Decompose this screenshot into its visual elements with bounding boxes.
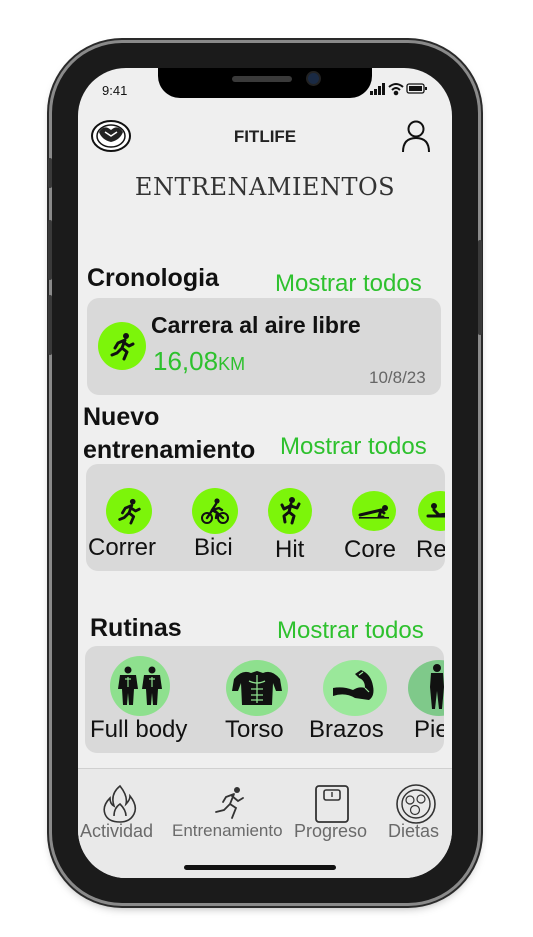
nav-label: Progreso (294, 821, 368, 841)
nav-item-dietas[interactable]: Dietas (386, 784, 452, 854)
routine-label[interactable]: Brazos (309, 716, 384, 744)
battery-icon (406, 83, 427, 94)
scale-icon (315, 785, 349, 823)
status-icons (370, 83, 427, 96)
routine-label[interactable]: Full body (90, 716, 187, 744)
home-indicator[interactable] (184, 865, 336, 870)
bike-icon[interactable] (192, 488, 238, 534)
mute-switch (48, 158, 52, 188)
plate-icon (396, 784, 436, 824)
nav-label: Dietas (388, 821, 440, 841)
new-workout-carousel[interactable]: Correr Bici Hit Core Re (86, 464, 445, 571)
distance-unit: KM (218, 354, 246, 374)
full-body-icon[interactable] (110, 656, 170, 716)
runner-icon[interactable] (106, 488, 152, 534)
hiit-icon[interactable] (268, 488, 312, 534)
history-card[interactable]: Carrera al aire libre 16,08KM 10/8/23 (87, 298, 441, 395)
page-title: ENTRENAMIENTOS (134, 173, 396, 201)
cronologia-title: Cronologia (87, 264, 219, 292)
power-button (478, 240, 482, 335)
rowing-icon[interactable] (418, 491, 445, 531)
app-name: FITLIFE (233, 127, 297, 146)
nav-item-progreso[interactable]: Progreso (292, 784, 378, 854)
rutinas-title: Rutinas (90, 614, 182, 642)
workout-type-label[interactable]: Bici (194, 534, 233, 562)
workout-type-label[interactable]: Re (416, 536, 445, 564)
routine-label[interactable]: Torso (225, 716, 284, 744)
nuevo-title-line2: entrenamiento (83, 436, 256, 464)
nav-label: Actividad (80, 821, 154, 841)
legs-icon[interactable] (408, 660, 444, 716)
workout-type-label[interactable]: Correr (88, 534, 156, 562)
signal-icon (370, 83, 385, 95)
nuevo-show-all-link[interactable]: Mostrar todos (280, 433, 427, 461)
workout-name: Carrera al aire libre (151, 312, 361, 338)
workout-date: 10/8/23 (369, 368, 426, 387)
workout-type-label[interactable]: Hit (275, 536, 304, 564)
arm-icon[interactable] (323, 660, 387, 716)
runner-icon (98, 322, 146, 370)
nav-item-entrenamiento[interactable]: Entrenamiento (172, 784, 292, 854)
rutinas-show-all-link[interactable]: Mostrar todos (277, 617, 424, 645)
volume-down-button (48, 295, 52, 355)
distance-value: 16,08 (153, 346, 219, 376)
runner-icon (215, 787, 244, 819)
nuevo-entrenamiento-title: Nuevo entrenamiento (83, 401, 255, 467)
routines-carousel[interactable]: Full body Torso Brazos Pie (85, 646, 444, 753)
screen: 9:41 FITLIFE ENTRENAMIENTOS Cronologia M… (78, 68, 452, 878)
flame-icon (103, 784, 137, 823)
nav-label: Entrenamiento (172, 821, 283, 840)
nuevo-title-line1: Nuevo (83, 403, 160, 431)
workout-type-label[interactable]: Core (344, 536, 396, 564)
volume-up-button (48, 220, 52, 280)
workout-distance: 16,08KM (153, 346, 245, 377)
cronologia-show-all-link[interactable]: Mostrar todos (275, 270, 422, 298)
user-profile-icon[interactable] (401, 119, 431, 153)
notch (158, 68, 372, 98)
nav-item-actividad[interactable]: Actividad (80, 784, 160, 854)
routine-label[interactable]: Pie (414, 716, 444, 744)
status-time: 9:41 (102, 83, 128, 98)
bottom-nav: Actividad Entrenamiento Progreso Dietas (78, 768, 452, 878)
wifi-icon (388, 83, 404, 96)
torso-icon[interactable] (226, 660, 288, 716)
plank-icon[interactable] (352, 491, 396, 531)
